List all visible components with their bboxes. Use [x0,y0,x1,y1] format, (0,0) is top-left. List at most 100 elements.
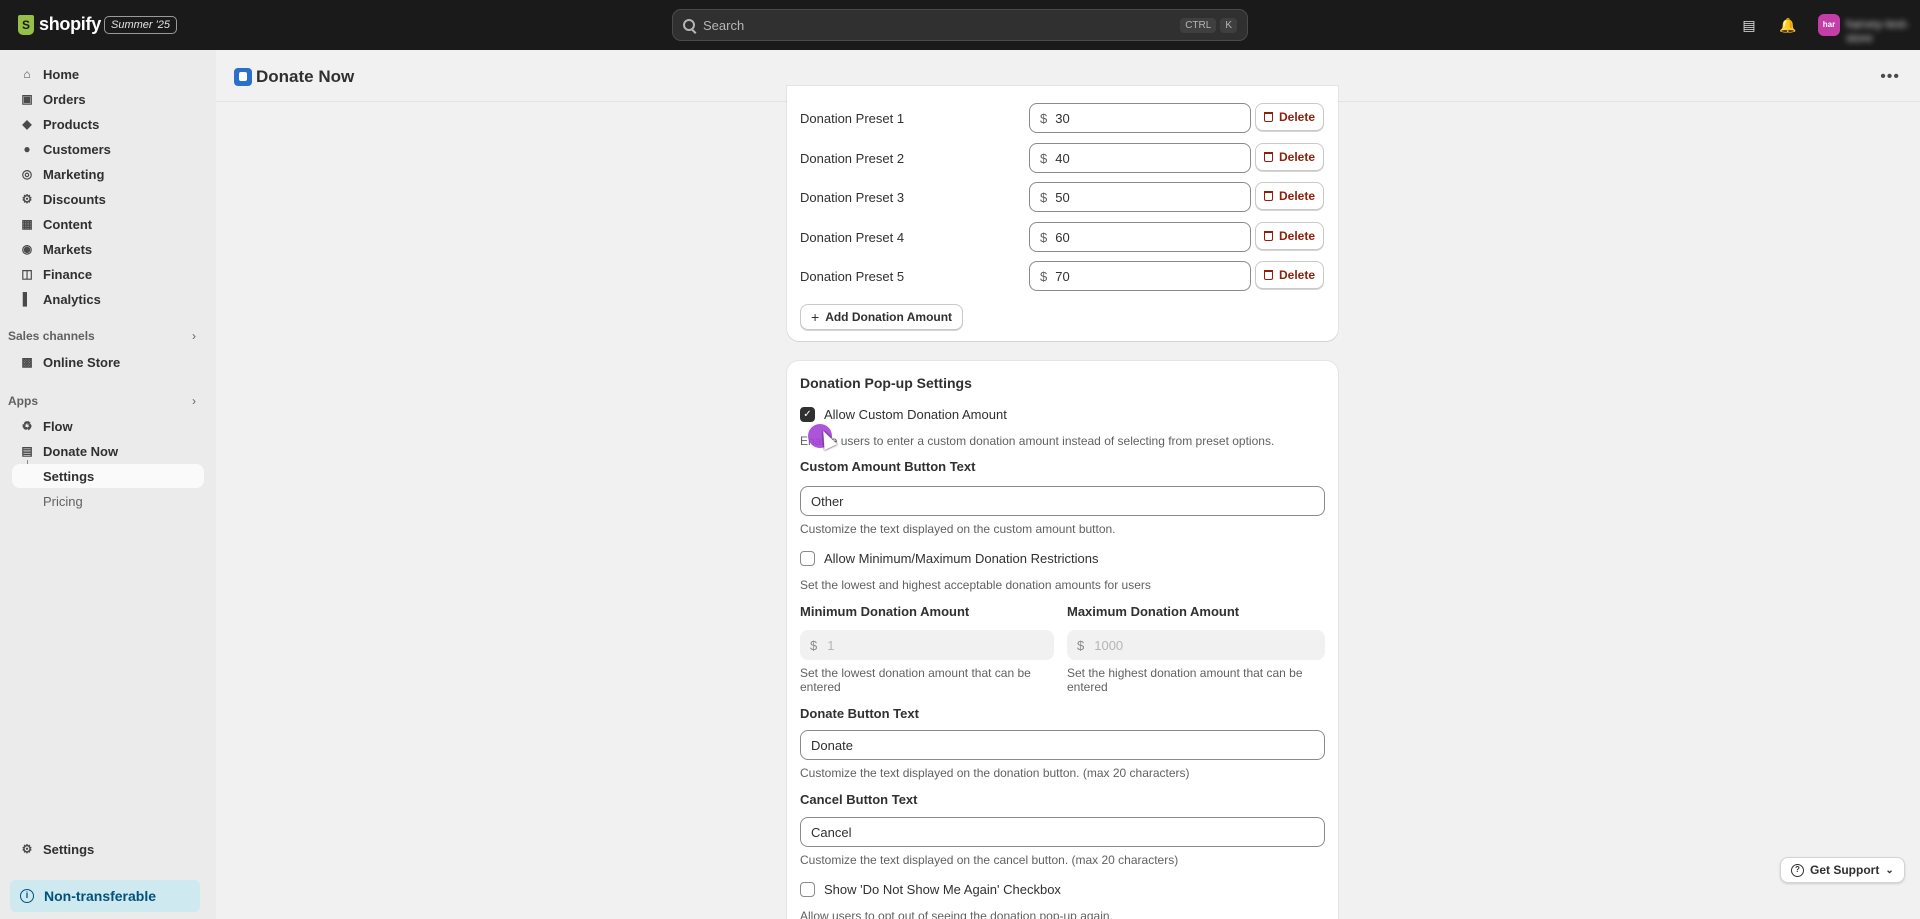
sidebar-item-label: Marketing [43,166,105,182]
preset-row: Donation Preset 2 $40 Delete [800,143,1327,173]
preset-amount-input[interactable]: $50 [1029,182,1251,212]
preset-value: 50 [1055,189,1070,205]
sidebar-item-label: Online Store [43,354,121,370]
sidebar-item-label: Orders [43,91,86,107]
allow-custom-amount-checkbox[interactable]: ✓ Allow Custom Donation Amount [800,407,1007,422]
sidebar-item-label: Products [43,116,100,132]
more-actions-icon[interactable]: ••• [1880,68,1900,86]
custom-button-text-label: Custom Amount Button Text [800,459,976,474]
bell-icon[interactable]: 🔔 [1779,16,1797,34]
donate-button-text-label: Donate Button Text [800,706,919,721]
input-value: Cancel [811,824,852,840]
currency-symbol: $ [810,637,818,653]
non-transferable-badge[interactable]: i Non-transferable [10,880,200,912]
products-icon: ◆ [22,117,32,131]
currency-symbol: $ [1040,150,1048,166]
sidebar-subitem-settings[interactable]: Settings [12,464,204,488]
sidebar-item-label: Home [43,66,80,82]
flow-icon: ♻ [21,419,33,433]
sidebar-item-donate-now[interactable]: ▤ Donate Now [12,439,204,463]
delete-label: Delete [1278,189,1316,203]
sidebar-item-markets[interactable]: ◉ Markets [12,237,204,261]
inbox-icon[interactable]: ▤ [1740,16,1758,34]
preset-amount-input[interactable]: $30 [1029,103,1251,133]
sidebar-item-settings[interactable]: ⚙ Settings [12,837,204,861]
cancel-button-text-label: Cancel Button Text [800,792,918,807]
edition-badge[interactable]: Summer '25 [104,16,177,34]
currency-symbol: $ [1040,229,1048,245]
chevron-down-icon: ⌄ [1885,864,1894,876]
home-icon: ⌂ [23,67,31,81]
preset-label: Donation Preset 1 [800,111,905,126]
checkbox-unchecked-icon[interactable] [800,551,815,566]
custom-button-text-input[interactable]: Other [800,486,1325,516]
sidebar-item-label: Settings [43,841,95,857]
delete-label: Delete [1278,110,1316,124]
shopify-logo[interactable]: shopify [18,14,101,35]
preset-amount-input[interactable]: $60 [1029,222,1251,252]
cancel-button-text-help: Customize the text displayed on the canc… [800,853,1179,867]
search-placeholder: Search [703,17,745,33]
sidebar-item-label: Markets [43,241,93,257]
max-donation-help: Set the highest donation amount that can… [1067,666,1303,694]
min-donation-label: Minimum Donation Amount [800,604,970,619]
customers-icon: ● [23,142,31,156]
finance-icon: ◫ [21,267,33,281]
donate-button-text-input[interactable]: Donate [800,730,1325,760]
sidebar-item-customers[interactable]: ● Customers [12,137,204,161]
sidebar-item-orders[interactable]: ▣ Orders [12,87,204,111]
preset-amount-input[interactable]: $70 [1029,261,1251,291]
help-icon: ? [1791,863,1804,877]
apps-heading: Apps [8,394,38,408]
sidebar-item-analytics[interactable]: ▌ Analytics [12,287,204,311]
sidebar-item-marketing[interactable]: ◎ Marketing [12,162,204,186]
sidebar-item-content[interactable]: ▦ Content [12,212,204,236]
checkbox-unchecked-icon[interactable] [800,882,815,897]
chevron-right-icon[interactable]: › [192,394,196,408]
top-bar: shopify Summer '25 Search CTRL K ▤ 🔔 har… [0,0,1920,50]
avatar[interactable]: har [1818,14,1840,36]
sidebar-item-finance[interactable]: ◫ Finance [12,262,204,286]
add-donation-amount-label: Add Donation Amount [825,310,953,324]
info-icon: i [20,889,34,903]
cancel-button-text-input[interactable]: Cancel [800,817,1325,847]
min-donation-input[interactable]: $1 [800,630,1054,660]
preset-value: 70 [1055,268,1070,284]
add-donation-amount-button[interactable]: + Add Donation Amount [800,304,964,330]
delete-button[interactable]: Delete [1255,103,1324,131]
sidebar-item-online-store[interactable]: ▩ Online Store [12,350,204,374]
sidebar-item-flow[interactable]: ♻ Flow [12,414,204,438]
chevron-right-icon[interactable]: › [192,329,196,343]
checkbox-checked-icon[interactable]: ✓ [800,407,815,422]
input-value: 1000 [1094,637,1124,653]
get-support-button[interactable]: ? Get Support ⌄ [1780,857,1905,883]
delete-button[interactable]: Delete [1255,143,1324,171]
sidebar-item-home[interactable]: ⌂ Home [12,62,204,86]
preset-label: Donation Preset 5 [800,269,905,284]
preset-label: Donation Preset 3 [800,190,905,205]
delete-button[interactable]: Delete [1255,222,1324,250]
trash-icon [1263,112,1273,122]
search-bar[interactable]: Search CTRL K [672,9,1248,41]
minmax-restrictions-checkbox[interactable]: Allow Minimum/Maximum Donation Restricti… [800,551,1099,566]
max-donation-label: Maximum Donation Amount [1067,604,1240,619]
max-donation-input[interactable]: $1000 [1067,630,1325,660]
sidebar-item-products[interactable]: ◆ Products [12,112,204,136]
delete-button[interactable]: Delete [1255,182,1324,210]
gear-icon: ⚙ [21,842,33,856]
dont-show-again-checkbox[interactable]: Show 'Do Not Show Me Again' Checkbox [800,882,1061,897]
store-name[interactable]: harvey-test-store [1846,17,1920,45]
sidebar-subitem-pricing[interactable]: Pricing [12,489,204,513]
shortcut-key-ctrl: CTRL [1180,17,1217,33]
shopify-bag-icon [18,14,34,35]
sidebar-item-label: Settings [43,468,95,484]
delete-label: Delete [1278,229,1316,243]
input-value: Other [811,493,844,509]
currency-symbol: $ [1040,189,1048,205]
sidebar-item-label: Customers [43,141,111,157]
sidebar-item-label: Flow [43,418,73,434]
delete-button[interactable]: Delete [1255,261,1324,289]
preset-amount-input[interactable]: $40 [1029,143,1251,173]
sidebar-item-discounts[interactable]: ⚙ Discounts [12,187,204,211]
allow-custom-amount-help: Enable users to enter a custom donation … [800,434,1275,448]
